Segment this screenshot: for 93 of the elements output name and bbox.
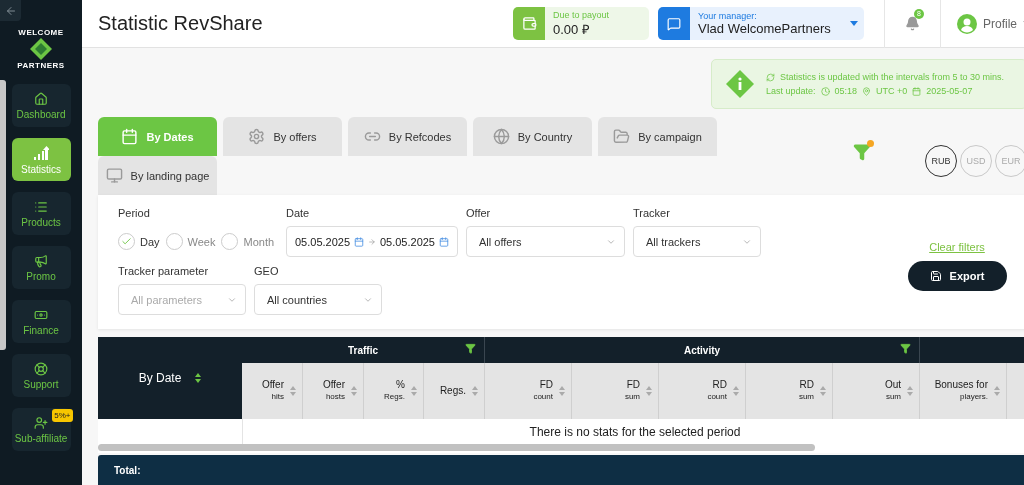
calendar-icon — [912, 86, 922, 96]
payout-value: 0.00 ₽ — [553, 20, 591, 38]
nav-item[interactable]: Promo — [11, 246, 71, 289]
column-header[interactable]: Offer hits — [242, 363, 303, 419]
gear-icon — [248, 128, 266, 145]
field-label: Offer — [466, 207, 492, 220]
nav-item[interactable]: Support — [11, 354, 71, 397]
calendar-icon — [354, 236, 365, 247]
user-plus-icon — [34, 415, 48, 430]
location-pin-icon — [862, 86, 872, 96]
column-header[interactable]: Offer hosts — [303, 363, 364, 419]
column-title: By Date — [138, 371, 182, 385]
nav-item[interactable]: Sub-affiliate 5%+ — [11, 408, 71, 451]
field-label: Tracker — [633, 207, 671, 220]
logo-text: WELCOME — [18, 28, 64, 37]
field-label: Period — [118, 207, 151, 220]
column-header[interactable]: Regs. — [424, 363, 485, 419]
info-icon — [726, 70, 754, 98]
column-header[interactable]: RD count — [659, 363, 746, 419]
refresh-icon — [766, 72, 775, 82]
monitor-icon — [105, 167, 123, 184]
period-radio[interactable]: Day — [118, 233, 160, 250]
update-date: 2025-05-07 — [926, 86, 973, 96]
manager-label: Your manager: — [698, 11, 758, 21]
indicator-dot — [867, 140, 874, 147]
field-label: Tracker parameter — [118, 265, 210, 278]
info-text: Statistics is updated with the intervals from 5 to 30 mins. — [780, 72, 1005, 82]
logo-icon — [30, 38, 52, 60]
column-header[interactable]: FD count — [485, 363, 572, 419]
manager-name: Vlad WelcomePartners — [698, 21, 832, 36]
check-icon — [121, 236, 132, 247]
update-time: 05:18 — [834, 86, 858, 96]
tracker-select[interactable]: All trackers — [633, 226, 761, 257]
folder-icon — [613, 128, 631, 145]
column-header[interactable]: FD sum — [572, 363, 659, 419]
nav-item[interactable]: Products — [11, 192, 71, 235]
date-range-field[interactable]: 05.05.2025 05.05.2025 — [286, 226, 458, 257]
period-radio[interactable]: Week — [165, 233, 216, 250]
nav-item[interactable]: Finance — [11, 300, 71, 343]
list-icon — [34, 199, 48, 214]
scrollbar[interactable] — [0, 80, 6, 350]
page-title: Statistic RevShare — [98, 12, 264, 35]
tab[interactable]: By Refcodes — [348, 117, 467, 156]
save-icon — [929, 270, 942, 282]
bar-chart-icon — [33, 144, 49, 161]
payout-label: Due to payout — [553, 9, 610, 20]
period-radio[interactable]: Month — [221, 233, 275, 250]
tab[interactable]: By Country — [473, 117, 592, 156]
column-header[interactable]: Out sum — [833, 363, 920, 419]
clock-icon — [820, 86, 830, 96]
date-to: 05.05.2025 — [379, 235, 435, 248]
chat-icon — [667, 16, 681, 31]
tab[interactable]: By offers — [223, 117, 342, 156]
sort-icon[interactable] — [195, 373, 202, 383]
arrow-icon — [368, 236, 376, 247]
export-button[interactable]: Export — [907, 261, 1007, 291]
column-header[interactable] — [1007, 363, 1024, 419]
manager-card[interactable]: Your manager: Vlad WelcomePartners — [658, 7, 864, 40]
globe-icon — [492, 128, 510, 145]
home-icon — [34, 91, 48, 106]
filter-icon[interactable] — [465, 343, 476, 354]
column-header[interactable]: By Date — [98, 337, 242, 419]
column-header[interactable]: % Regs. — [364, 363, 424, 419]
time-zone: UTC +0 — [876, 86, 908, 96]
logo-text: PARTNERS — [17, 61, 65, 70]
offer-select[interactable]: All offers — [466, 226, 625, 257]
column-header[interactable]: RD sum — [746, 363, 833, 419]
filter-icon[interactable] — [900, 343, 911, 354]
megaphone-icon — [34, 253, 48, 268]
scrollbar[interactable] — [98, 444, 815, 451]
promo-badge: 5%+ — [52, 409, 73, 422]
last-update-label: Last update: — [766, 86, 816, 96]
tab[interactable]: By campaign — [598, 117, 717, 156]
caret-icon — [850, 21, 858, 26]
geo-select[interactable]: All countries — [254, 284, 382, 315]
nav-item[interactable]: Dashboard — [11, 84, 71, 127]
column-header[interactable]: Bonuses for players. — [920, 363, 1007, 419]
calendar-icon — [439, 236, 449, 247]
user-avatar-icon — [957, 13, 977, 34]
calendar-icon — [121, 128, 139, 145]
group-title: Activity — [683, 344, 721, 356]
group-title: Traffic — [348, 344, 378, 356]
date-from: 05.05.2025 — [295, 235, 351, 248]
filter-button[interactable] — [853, 143, 871, 163]
wallet-icon — [521, 16, 537, 31]
lifebuoy-icon — [34, 361, 48, 376]
tab[interactable]: By landing page — [98, 156, 217, 195]
field-label: Date — [286, 207, 311, 220]
profile-menu[interactable]: Profile — [940, 0, 1024, 48]
bell-icon — [905, 16, 920, 31]
filter-icon — [853, 143, 871, 161]
total-row: Total: — [98, 455, 1024, 485]
field-label: GEO — [254, 265, 280, 278]
